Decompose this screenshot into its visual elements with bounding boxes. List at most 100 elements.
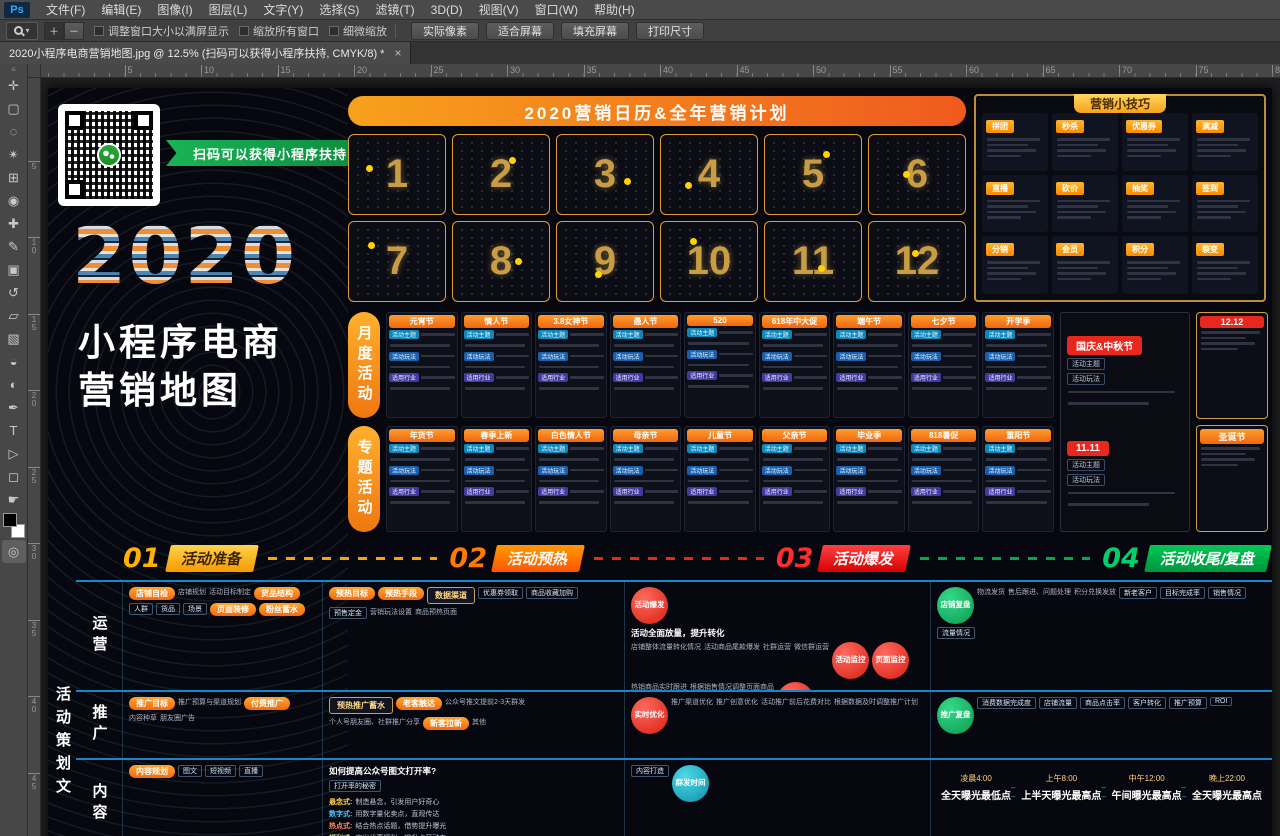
text-line-placeholder	[912, 458, 972, 461]
zoom-tool[interactable]: ◎	[2, 540, 26, 563]
checkbox-icon[interactable]	[94, 26, 104, 36]
tip-text: 制造悬念，引发用户好奇心	[355, 799, 439, 806]
menu-item[interactable]: 帮助(H)	[586, 0, 643, 20]
text-line-placeholder	[390, 458, 450, 461]
activity-tag: 活动主题	[464, 330, 494, 339]
node-chip: 新老客户	[1119, 587, 1157, 599]
tip-card: 砍价	[1052, 175, 1118, 233]
band-label: 内容	[76, 760, 122, 836]
shape-tool[interactable]: ◻	[2, 465, 26, 488]
menu-item[interactable]: 文件(F)	[38, 0, 93, 20]
node-text: 根据销售情况调整页面商品	[690, 682, 774, 690]
menu-item[interactable]: 编辑(E)	[93, 0, 149, 20]
option-checkbox[interactable]: 缩放所有窗口	[239, 23, 319, 39]
node-red: 页面监控	[872, 642, 909, 679]
clone-stamp-tool[interactable]: ▣	[2, 258, 26, 281]
blur-tool[interactable]: ◒	[2, 350, 26, 373]
node-text: 售后跟进、问题处理	[1008, 587, 1071, 624]
pen-tool[interactable]: ✒	[2, 396, 26, 419]
text-line-placeholder	[986, 366, 1046, 369]
option-button[interactable]: 打印尺寸	[636, 22, 704, 40]
festival-card: 圣诞节	[1196, 425, 1268, 532]
activity-tag: 适用行业	[762, 487, 792, 496]
activity-tag: 活动主题	[613, 330, 643, 339]
node-pill: 货品结构	[254, 587, 300, 600]
text-line-placeholder	[912, 480, 972, 483]
hand-tool[interactable]: ☛	[2, 488, 26, 511]
calendar-month-card: 3	[556, 134, 654, 215]
menu-item[interactable]: 图层(L)	[201, 0, 256, 20]
document-tab[interactable]: 2020小程序电商营销地图.jpg @ 12.5% (扫码可以获得小程序扶持, …	[0, 42, 411, 64]
text-line-placeholder	[688, 501, 748, 504]
eraser-tool[interactable]: ▱	[2, 304, 26, 327]
activity-card: 818暑促活动主题活动玩法适用行业	[908, 426, 980, 532]
phase-header-row: 01活动准备02活动预热03活动爆发04活动收尾/复盘	[123, 540, 1269, 576]
menu-item[interactable]: 滤镜(T)	[367, 0, 422, 20]
activity-tag-row: 活动玩法	[762, 352, 828, 361]
eyedropper-tool[interactable]: ◉	[2, 189, 26, 212]
lasso-tool[interactable]: ◌	[2, 120, 26, 143]
phase-header: 02活动预热	[449, 543, 582, 574]
horizontal-ruler[interactable]: 5101520253035404550556065707580	[41, 64, 1280, 78]
text-line-placeholder	[986, 458, 1046, 461]
checkbox-icon[interactable]	[329, 26, 339, 36]
document-canvas[interactable]: 扫码可以获得小程序扶持 2020 小程序电商 营销地图 2020营销日历&全年营…	[41, 78, 1280, 836]
zoom-out-toggle[interactable]: －	[64, 22, 84, 40]
activity-tag: 活动玩法	[911, 466, 941, 475]
activity-tag: 活动玩法	[389, 466, 419, 475]
text-line-placeholder	[1057, 138, 1110, 141]
healing-brush-tool[interactable]: ✚	[2, 212, 26, 235]
option-button[interactable]: 填充屏幕	[561, 22, 629, 40]
menu-item[interactable]: 窗口(W)	[527, 0, 586, 20]
vertical-ruler[interactable]: 51 01 52 02 53 03 54 04 5	[28, 78, 41, 836]
node-chip: 预售定金	[329, 607, 367, 619]
move-tool[interactable]: ✛	[2, 74, 26, 97]
foreground-color[interactable]	[3, 513, 17, 527]
node-chip: 货品	[156, 603, 180, 615]
node-text: 内容种草	[129, 713, 157, 723]
highlight-date-dot	[690, 238, 697, 245]
brush-tool[interactable]: ✎	[2, 235, 26, 258]
history-brush-tool[interactable]: ↺	[2, 281, 26, 304]
activity-tag-row: 适用行业	[762, 373, 828, 382]
option-button[interactable]: 适合屏幕	[486, 22, 554, 40]
month-number: 6	[869, 135, 965, 214]
node-chip: 客户转化	[1128, 697, 1166, 709]
dodge-tool[interactable]: ◐	[2, 373, 26, 396]
zoom-in-toggle[interactable]: ＋	[44, 22, 64, 40]
panel-grip-icon[interactable]: ≡	[11, 65, 16, 74]
node-chip: 直播	[239, 765, 263, 777]
menu-item[interactable]: 3D(D)	[423, 0, 471, 20]
activity-tag-row: 活动主题	[836, 444, 902, 453]
zoom-tool-preset[interactable]: ▾	[6, 22, 38, 40]
menu-item[interactable]: 视图(V)	[471, 0, 527, 20]
text-line-placeholder	[719, 331, 753, 334]
crop-tool[interactable]: ⊞	[2, 166, 26, 189]
text-line-placeholder	[496, 447, 530, 450]
menu-item[interactable]: 选择(S)	[311, 0, 367, 20]
text-line-placeholder	[987, 144, 1028, 147]
text-line-placeholder	[987, 205, 1028, 208]
activity-title: 情人节	[464, 315, 530, 328]
option-checkbox[interactable]: 调整窗口大小以满屏显示	[94, 23, 229, 39]
tip-label: 砍价	[1056, 182, 1084, 195]
close-icon[interactable]: ×	[394, 46, 401, 60]
type-tool[interactable]: T	[2, 419, 26, 442]
broadcast-timeline: 凌晨4:00全天曝光最低点– –上午8:00上半天曝光最高点– –中午12:00…	[937, 765, 1266, 802]
option-button[interactable]: 实际像素	[411, 22, 479, 40]
option-checkbox[interactable]: 细微缩放	[329, 23, 387, 39]
gradient-tool[interactable]: ▧	[2, 327, 26, 350]
ruler-number: 55	[890, 65, 903, 78]
band-label: 推广	[76, 692, 122, 758]
color-swatches[interactable]	[3, 513, 25, 538]
menu-item[interactable]: 图像(I)	[149, 0, 200, 20]
magic-wand-tool[interactable]: ✴	[2, 143, 26, 166]
menu-item[interactable]: 文字(Y)	[255, 0, 311, 20]
highlight-date-dot	[515, 258, 522, 265]
phase-number: 02	[449, 543, 487, 574]
path-select-tool[interactable]: ▷	[2, 442, 26, 465]
marquee-tool[interactable]: ▢	[2, 97, 26, 120]
text-line-placeholder	[539, 458, 599, 461]
checkbox-icon[interactable]	[239, 26, 249, 36]
highlight-tag: 活动主题	[1067, 358, 1105, 370]
